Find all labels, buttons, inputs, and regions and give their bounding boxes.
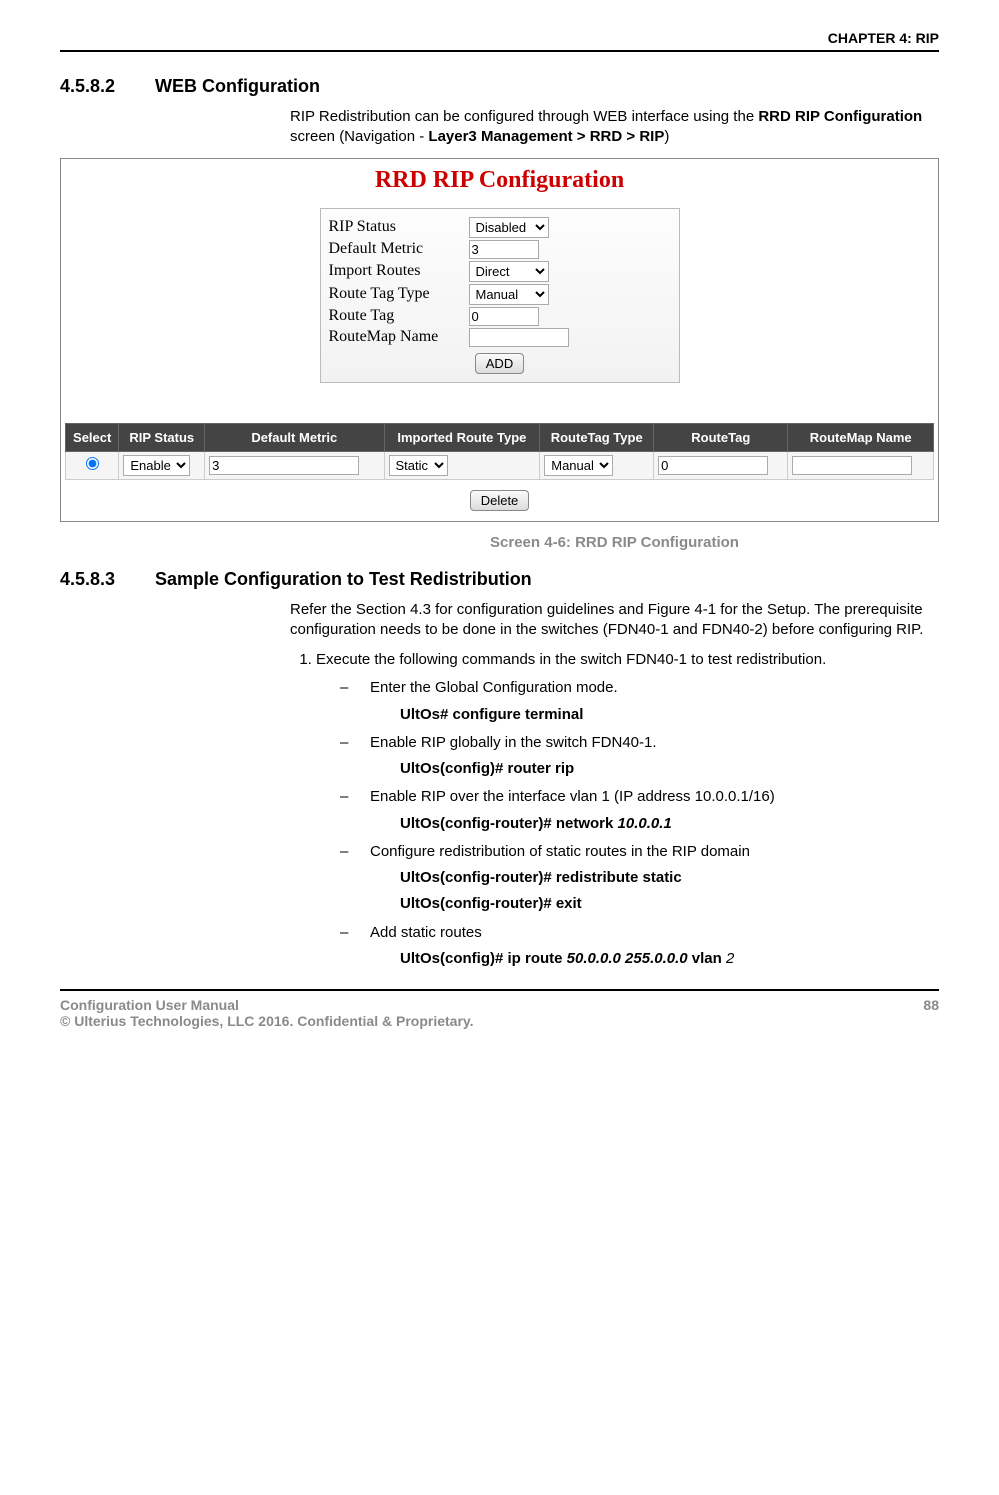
section-intro: RIP Redistribution can be configured thr…: [290, 107, 939, 148]
th-rip-status: RIP Status: [119, 423, 205, 451]
th-imported-route-type: Imported Route Type: [384, 423, 540, 451]
label-rip-status: RIP Status: [329, 218, 469, 236]
numbered-list: Execute the following commands in the sw…: [290, 650, 939, 969]
step-b-text: Enable RIP globally in the switch FDN40-…: [370, 734, 657, 751]
input-routemap-name[interactable]: [469, 328, 569, 347]
step-c: Enable RIP over the interface vlan 1 (IP…: [340, 787, 939, 834]
rrd-data-table: Select RIP Status Default Metric Importe…: [65, 423, 934, 480]
table-row: Enable Static Manual: [66, 451, 934, 479]
row-select-radio[interactable]: [86, 457, 99, 470]
th-select: Select: [66, 423, 119, 451]
th-routemap-name: RouteMap Name: [788, 423, 934, 451]
section-heading-4583: 4.5.8.3 Sample Configuration to Test Red…: [60, 569, 939, 590]
step-c-text: Enable RIP over the interface vlan 1 (IP…: [370, 788, 775, 805]
input-route-tag[interactable]: [469, 307, 539, 326]
intro-mid: screen (Navigation -: [290, 128, 428, 145]
intro-bold1: RRD RIP Configuration: [758, 108, 922, 125]
label-route-tag-type: Route Tag Type: [329, 285, 469, 303]
intro-post: ): [664, 128, 669, 145]
page-number: 88: [923, 997, 939, 1029]
step-d: Configure redistribution of static route…: [340, 842, 939, 915]
label-import-routes: Import Routes: [329, 262, 469, 280]
step-e-cmd: UltOs(config)# ip route 50.0.0.0 255.0.0…: [400, 949, 939, 969]
row-rip-status[interactable]: Enable: [123, 455, 190, 476]
row-imported-route-type[interactable]: Static: [389, 455, 448, 476]
input-default-metric[interactable]: [469, 240, 539, 259]
section-number2: 4.5.8.3: [60, 569, 150, 590]
add-button[interactable]: ADD: [475, 353, 524, 374]
step-a-text: Enter the Global Configuration mode.: [370, 679, 618, 696]
screenshot-caption: Screen 4-6: RRD RIP Configuration: [290, 534, 939, 551]
step-b-cmd: UltOs(config)# router rip: [400, 759, 939, 779]
section-title2: Sample Configuration to Test Redistribut…: [155, 569, 532, 589]
row-routetag[interactable]: [658, 456, 768, 475]
row-routetag-type[interactable]: Manual: [544, 455, 613, 476]
divider-top: [60, 50, 939, 52]
section2-intro: Refer the Section 4.3 for configuration …: [290, 600, 939, 641]
step-b: Enable RIP globally in the switch FDN40-…: [340, 733, 939, 780]
list-item-1: Execute the following commands in the sw…: [316, 650, 939, 969]
select-rip-status[interactable]: Disabled: [469, 217, 549, 238]
rrd-form-panel: RIP Status Disabled Default Metric Impor…: [320, 208, 680, 383]
dash-list: Enter the Global Configuration mode. Ult…: [340, 678, 939, 969]
select-import-routes[interactable]: Direct: [469, 261, 549, 282]
label-default-metric: Default Metric: [329, 240, 469, 258]
step-c-cmd: UltOs(config-router)# network 10.0.0.1: [400, 814, 939, 834]
intro-bold2: Layer3 Management > RRD > RIP: [428, 128, 664, 145]
step-e-text: Add static routes: [370, 924, 482, 941]
footer-copyright: © Ulterius Technologies, LLC 2016. Confi…: [60, 1013, 474, 1029]
section-number: 4.5.8.2: [60, 76, 150, 97]
label-route-tag: Route Tag: [329, 307, 469, 325]
step-a: Enter the Global Configuration mode. Ult…: [340, 678, 939, 725]
section-heading-4582: 4.5.8.2 WEB Configuration: [60, 76, 939, 97]
divider-bottom: [60, 989, 939, 991]
th-routetag: RouteTag: [654, 423, 788, 451]
step-d-cmd1: UltOs(config-router)# redistribute stati…: [400, 868, 939, 888]
row-default-metric[interactable]: [209, 456, 359, 475]
intro-text: RIP Redistribution can be configured thr…: [290, 108, 758, 125]
footer-manual-title: Configuration User Manual: [60, 997, 474, 1013]
th-routetag-type: RouteTag Type: [540, 423, 654, 451]
screenshot-container: RRD RIP Configuration RIP Status Disable…: [60, 158, 939, 522]
step-e: Add static routes UltOs(config)# ip rout…: [340, 923, 939, 970]
item1-text: Execute the following commands in the sw…: [316, 651, 826, 668]
delete-button[interactable]: Delete: [470, 490, 530, 511]
page-footer: Configuration User Manual © Ulterius Tec…: [60, 997, 939, 1029]
label-routemap-name: RouteMap Name: [329, 328, 469, 346]
step-a-cmd: UltOs# configure terminal: [400, 705, 939, 725]
select-route-tag-type[interactable]: Manual: [469, 284, 549, 305]
section2-intro-text: Refer the Section 4.3 for configuration …: [290, 600, 939, 641]
section-title: WEB Configuration: [155, 76, 320, 96]
th-default-metric: Default Metric: [205, 423, 384, 451]
row-routemap-name[interactable]: [792, 456, 912, 475]
step-d-text: Configure redistribution of static route…: [370, 843, 750, 860]
chapter-header: CHAPTER 4: RIP: [60, 30, 939, 46]
rrd-title: RRD RIP Configuration: [65, 167, 934, 194]
step-d-cmd2: UltOs(config-router)# exit: [400, 894, 939, 914]
